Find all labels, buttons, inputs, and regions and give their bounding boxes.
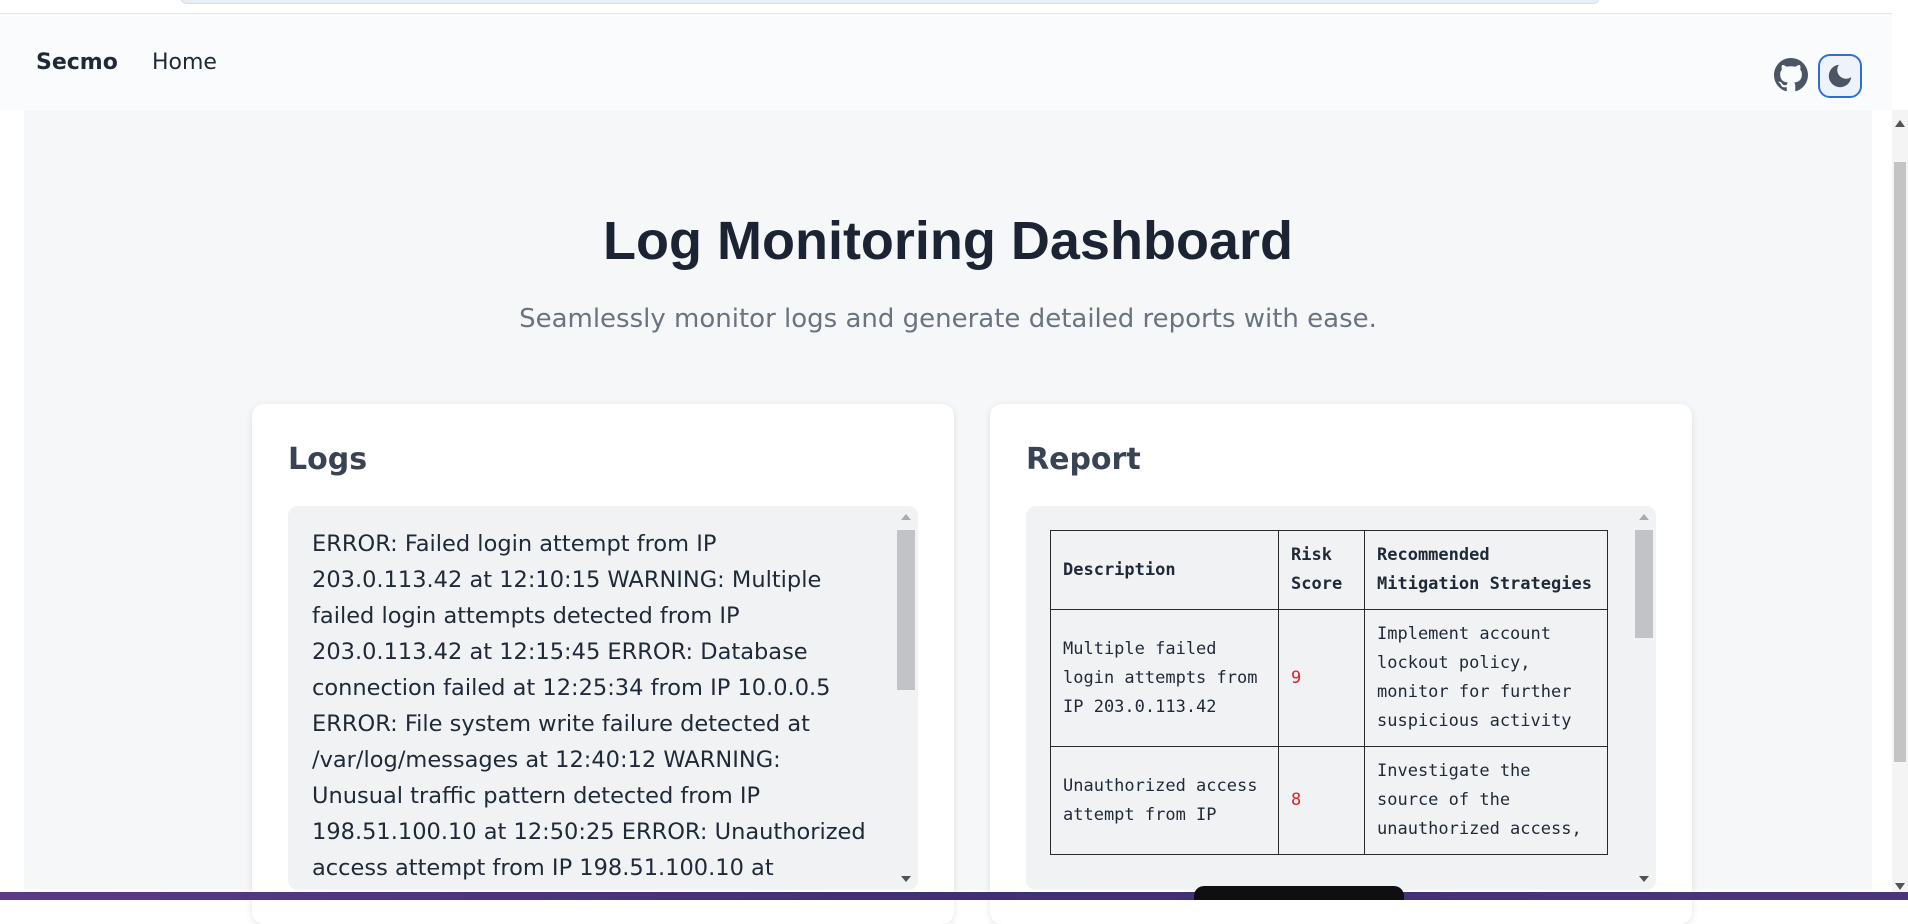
- page-title: Log Monitoring Dashboard: [603, 211, 1293, 271]
- table-row: Multiple failed login attempts from IP 2…: [1050, 609, 1608, 747]
- main-content: Log Monitoring Dashboard Seamlessly moni…: [24, 110, 1872, 924]
- scroll-up-icon[interactable]: [1895, 120, 1905, 127]
- cell-mitigation: Implement account lockout policy, monito…: [1364, 609, 1608, 747]
- report-table: Description Risk Score Recommended Mitig…: [1050, 530, 1608, 855]
- page-scrollbar[interactable]: [1892, 110, 1908, 900]
- navbar: Secmo Home: [0, 14, 1892, 110]
- report-heading: Report: [1026, 442, 1141, 477]
- cell-mitigation: Investigate the source of the unauthoriz…: [1364, 746, 1608, 855]
- scrollbar-thumb[interactable]: [897, 530, 915, 690]
- scrollbar-thumb[interactable]: [1894, 162, 1906, 762]
- scrollbar-thumb[interactable]: [1635, 530, 1653, 638]
- logs-text: ERROR: Failed login attempt from IP 203.…: [312, 531, 866, 881]
- logs-card: Logs ERROR: Failed login attempt from IP…: [252, 404, 954, 924]
- logs-heading: Logs: [288, 442, 368, 477]
- page-subtitle: Seamlessly monitor logs and generate det…: [519, 304, 1377, 334]
- table-header-row: Description Risk Score Recommended Mitig…: [1050, 530, 1608, 610]
- logs-scrollbar[interactable]: [894, 506, 918, 890]
- scroll-down-icon[interactable]: [1895, 883, 1905, 890]
- column-header-mitigation: Recommended Mitigation Strategies: [1364, 530, 1608, 610]
- moon-icon: [1828, 64, 1852, 88]
- floating-toolbar-edge[interactable]: [1194, 886, 1404, 900]
- scroll-down-icon[interactable]: [901, 876, 911, 882]
- cell-risk-score: 8: [1278, 746, 1365, 855]
- browser-top-strip: [0, 0, 1892, 14]
- address-bar[interactable]: [180, 0, 1600, 4]
- brand-logo[interactable]: Secmo: [36, 50, 118, 75]
- table-row: Unauthorized access attempt from IP 8 In…: [1050, 746, 1608, 855]
- report-scrollbar[interactable]: [1632, 506, 1656, 890]
- scroll-down-icon[interactable]: [1639, 876, 1649, 882]
- theme-toggle-button[interactable]: [1818, 54, 1862, 98]
- column-header-description: Description: [1050, 530, 1279, 610]
- logs-scrollbox[interactable]: ERROR: Failed login attempt from IP 203.…: [288, 506, 918, 890]
- cell-description: Unauthorized access attempt from IP: [1050, 746, 1279, 855]
- cell-description: Multiple failed login attempts from IP 2…: [1050, 609, 1279, 747]
- cell-risk-score: 9: [1278, 609, 1365, 747]
- scroll-up-icon[interactable]: [901, 514, 911, 520]
- column-header-risk-score: Risk Score: [1278, 530, 1365, 610]
- github-button[interactable]: [1774, 58, 1808, 92]
- report-scrollbox[interactable]: Description Risk Score Recommended Mitig…: [1026, 506, 1656, 890]
- scroll-up-icon[interactable]: [1639, 514, 1649, 520]
- nav-home-link[interactable]: Home: [152, 50, 217, 75]
- github-icon: [1774, 58, 1808, 92]
- taskbar-edge: [0, 892, 1908, 900]
- report-card: Report Description Risk Score Recommende…: [990, 404, 1692, 924]
